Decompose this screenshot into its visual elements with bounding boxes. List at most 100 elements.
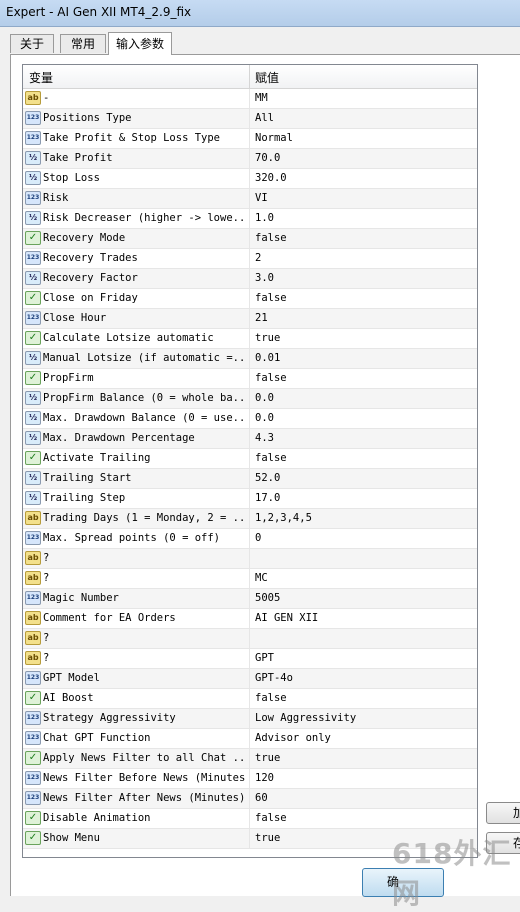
parameter-value[interactable]: AI GEN XII: [255, 612, 318, 624]
column-separator: [249, 369, 250, 388]
parameter-value[interactable]: true: [255, 752, 280, 764]
parameter-value[interactable]: Normal: [255, 132, 293, 144]
parameter-value[interactable]: 0.01: [255, 352, 280, 364]
parameter-row[interactable]: ✓ Activate Trailing false: [23, 449, 477, 469]
parameter-row[interactable]: ab - MM: [23, 89, 477, 109]
parameter-value[interactable]: 0: [255, 532, 261, 544]
parameter-row[interactable]: ½ PropFirm Balance (0 = whole ba... 0.0: [23, 389, 477, 409]
parameter-value[interactable]: Low Aggressivity: [255, 712, 356, 724]
parameter-row[interactable]: 123 Max. Spread points (0 = off) 0: [23, 529, 477, 549]
parameter-row[interactable]: 123 Recovery Trades 2: [23, 249, 477, 269]
parameter-row[interactable]: ✓ Recovery Mode false: [23, 229, 477, 249]
parameter-row[interactable]: ½ Risk Decreaser (higher -> lowe... 1.0: [23, 209, 477, 229]
parameter-row[interactable]: 123 GPT Model GPT-4o: [23, 669, 477, 689]
parameter-row[interactable]: 123 Chat GPT Function Advisor only: [23, 729, 477, 749]
parameter-value[interactable]: 2: [255, 252, 261, 264]
parameter-value[interactable]: 17.0: [255, 492, 280, 504]
tab-about[interactable]: 关于: [10, 34, 54, 53]
parameter-value[interactable]: GPT-4o: [255, 672, 293, 684]
column-separator: [249, 529, 250, 548]
parameter-row[interactable]: ½ Recovery Factor 3.0: [23, 269, 477, 289]
column-separator: [249, 169, 250, 188]
parameter-value[interactable]: false: [255, 232, 287, 244]
tab-inputs[interactable]: 输入参数: [108, 32, 172, 55]
parameter-row[interactable]: ½ Trailing Start 52.0: [23, 469, 477, 489]
parameter-value[interactable]: 5005: [255, 592, 280, 604]
parameter-row[interactable]: ab Comment for EA Orders AI GEN XII: [23, 609, 477, 629]
window-title-bar[interactable]: Expert - AI Gen XII MT4_2.9_fix: [0, 0, 520, 27]
parameter-row[interactable]: ab? MC: [23, 569, 477, 589]
parameter-value[interactable]: 21: [255, 312, 268, 324]
parameter-name: Risk Decreaser (higher -> lowe...: [43, 212, 245, 224]
parameter-row[interactable]: ½ Trailing Step 17.0: [23, 489, 477, 509]
parameter-row[interactable]: ab?: [23, 629, 477, 649]
parameter-name: Take Profit & Stop Loss Type: [43, 132, 221, 144]
parameter-value[interactable]: MC: [255, 572, 268, 584]
inputs-grid[interactable]: 变量 赋值 ab - MM 123 Positions Type All 123 Take …: [22, 64, 478, 858]
parameter-row[interactable]: ✓ Apply News Filter to all Chat ... true: [23, 749, 477, 769]
parameter-row[interactable]: ½ Max. Drawdown Balance (0 = use... 0.0: [23, 409, 477, 429]
parameter-value[interactable]: false: [255, 812, 287, 824]
parameter-value[interactable]: true: [255, 332, 280, 344]
parameter-value[interactable]: 60: [255, 792, 268, 804]
parameter-row[interactable]: ✓ Disable Animation false: [23, 809, 477, 829]
parameter-row[interactable]: 123 Positions Type All: [23, 109, 477, 129]
parameter-value[interactable]: 3.0: [255, 272, 274, 284]
parameter-value[interactable]: 120: [255, 772, 274, 784]
parameter-value[interactable]: MM: [255, 92, 268, 104]
parameter-row[interactable]: 123 Risk VI: [23, 189, 477, 209]
parameter-row[interactable]: ✓ Calculate Lotsize automatic true: [23, 329, 477, 349]
parameter-row[interactable]: ½ Stop Loss 320.0: [23, 169, 477, 189]
parameter-row[interactable]: 123 Strategy Aggressivity Low Aggressivity: [23, 709, 477, 729]
parameter-value[interactable]: 1,2,3,4,5: [255, 512, 312, 524]
load-button[interactable]: 加: [486, 802, 520, 824]
column-separator: [249, 689, 250, 708]
parameter-row[interactable]: 123 News Filter Before News (Minutes) 120: [23, 769, 477, 789]
parameter-row[interactable]: ½ Manual Lotsize (if automatic =... 0.01: [23, 349, 477, 369]
parameter-row[interactable]: ab Trading Days (1 = Monday, 2 = ... 1,2,3…: [23, 509, 477, 529]
parameter-value[interactable]: false: [255, 292, 287, 304]
parameter-value[interactable]: false: [255, 452, 287, 464]
parameter-name: Manual Lotsize (if automatic =...: [43, 352, 245, 364]
parameter-value[interactable]: All: [255, 112, 274, 124]
parameter-value[interactable]: 4.3: [255, 432, 274, 444]
header-separator[interactable]: [249, 65, 250, 88]
header-value[interactable]: 赋值: [255, 69, 279, 86]
parameter-value[interactable]: false: [255, 692, 287, 704]
double-type-icon: ½: [25, 491, 41, 505]
parameter-value[interactable]: VI: [255, 192, 268, 204]
string-type-icon: ab: [25, 611, 41, 625]
parameter-row[interactable]: ab? GPT: [23, 649, 477, 669]
parameter-row[interactable]: ½ Max. Drawdown Percentage 4.3: [23, 429, 477, 449]
column-separator: [249, 249, 250, 268]
column-separator: [249, 189, 250, 208]
watermark: 618外汇网: [392, 837, 512, 910]
parameter-row[interactable]: ½ Take Profit 70.0: [23, 149, 477, 169]
string-type-icon: ab: [25, 631, 41, 645]
parameter-row[interactable]: ab?: [23, 549, 477, 569]
parameter-value[interactable]: false: [255, 372, 287, 384]
parameter-row[interactable]: ✓ PropFirm false: [23, 369, 477, 389]
parameter-row[interactable]: 123 Take Profit & Stop Loss Type Normal: [23, 129, 477, 149]
parameter-name: Trailing Start: [43, 472, 132, 484]
column-separator: [249, 829, 250, 848]
parameter-value[interactable]: GPT: [255, 652, 274, 664]
parameter-name: -: [43, 92, 50, 104]
parameter-row[interactable]: ✓ Close on Friday false: [23, 289, 477, 309]
parameter-value[interactable]: 0.0: [255, 392, 274, 404]
parameter-value[interactable]: 52.0: [255, 472, 280, 484]
parameter-value[interactable]: 70.0: [255, 152, 280, 164]
parameter-value[interactable]: Advisor only: [255, 732, 331, 744]
header-variable[interactable]: 变量: [29, 69, 53, 86]
parameter-value[interactable]: 0.0: [255, 412, 274, 424]
parameter-name: Activate Trailing: [43, 452, 151, 464]
parameter-row[interactable]: 123 News Filter After News (Minutes) 60: [23, 789, 477, 809]
parameter-row[interactable]: 123 Close Hour 21: [23, 309, 477, 329]
parameter-row[interactable]: 123 Magic Number 5005: [23, 589, 477, 609]
parameter-row[interactable]: ✓ AI Boost false: [23, 689, 477, 709]
parameter-value[interactable]: true: [255, 832, 280, 844]
parameter-value[interactable]: 320.0: [255, 172, 287, 184]
parameter-name: Max. Drawdown Percentage: [43, 432, 195, 444]
tab-common[interactable]: 常用: [60, 34, 106, 53]
parameter-value[interactable]: 1.0: [255, 212, 274, 224]
